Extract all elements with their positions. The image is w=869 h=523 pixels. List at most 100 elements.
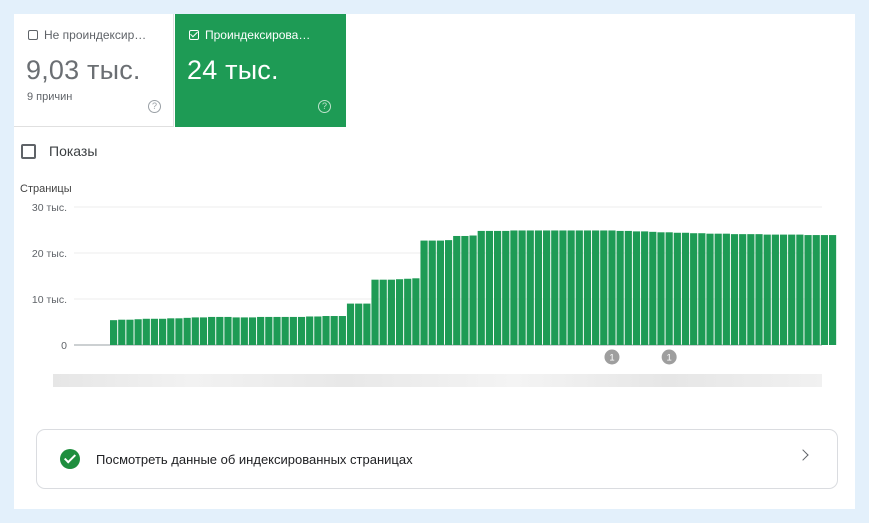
chart-bar[interactable] bbox=[600, 230, 608, 345]
chart-bar[interactable] bbox=[395, 279, 404, 345]
chart-bar[interactable] bbox=[583, 230, 592, 345]
chart-bar[interactable] bbox=[355, 303, 363, 345]
chart-bar[interactable] bbox=[657, 232, 665, 345]
chart-bar[interactable] bbox=[763, 234, 771, 345]
chart-bar[interactable] bbox=[665, 232, 673, 345]
chart-bar[interactable] bbox=[747, 234, 755, 345]
chart-bar[interactable] bbox=[150, 318, 159, 345]
chart-bar[interactable] bbox=[779, 234, 788, 345]
tab-indexed[interactable]: Проиндексирова… 24 тыс. ? bbox=[175, 14, 346, 127]
chart-bar[interactable] bbox=[297, 316, 306, 345]
chart-bar[interactable] bbox=[208, 316, 216, 345]
chart-bar[interactable] bbox=[616, 230, 624, 345]
chart-bar[interactable] bbox=[273, 316, 281, 345]
chart-bar[interactable] bbox=[477, 230, 485, 345]
impressions-toggle[interactable]: Показы bbox=[21, 143, 97, 159]
chart-bar[interactable] bbox=[126, 319, 134, 345]
chart-bar[interactable] bbox=[543, 230, 551, 345]
chart-bar[interactable] bbox=[412, 278, 420, 345]
chart-bar[interactable] bbox=[110, 320, 118, 345]
chart-bar[interactable] bbox=[673, 232, 681, 345]
chart-bar[interactable] bbox=[314, 316, 322, 345]
chart-bar[interactable] bbox=[142, 318, 150, 345]
annotation-marker[interactable]: 1 bbox=[661, 349, 677, 365]
chart-bar[interactable] bbox=[199, 317, 208, 345]
chart-bar[interactable] bbox=[706, 233, 714, 345]
tab-not-indexed[interactable]: Не проиндексир… 9,03 тыс. 9 причин ? bbox=[14, 14, 174, 127]
help-icon[interactable]: ? bbox=[318, 100, 331, 113]
chart-bar[interactable] bbox=[788, 234, 796, 345]
chart-bar[interactable] bbox=[681, 232, 690, 345]
chart-bar[interactable] bbox=[551, 230, 559, 345]
chart-bar[interactable] bbox=[493, 230, 502, 345]
chart-bar[interactable] bbox=[265, 316, 273, 345]
checkbox-icon[interactable] bbox=[28, 30, 38, 40]
chart-bar[interactable] bbox=[567, 230, 575, 345]
checkbox-icon[interactable] bbox=[21, 143, 36, 159]
chart-bar[interactable] bbox=[739, 234, 747, 345]
chart-bar[interactable] bbox=[281, 316, 289, 345]
chart-bar[interactable] bbox=[804, 235, 812, 345]
chart-bar[interactable] bbox=[216, 316, 224, 345]
chart-bar[interactable] bbox=[461, 235, 469, 345]
chart-bar[interactable] bbox=[453, 235, 461, 345]
chart-bar[interactable] bbox=[363, 303, 371, 345]
chart-bar[interactable] bbox=[191, 317, 199, 345]
chart-bar[interactable] bbox=[592, 230, 600, 345]
chart-bar[interactable] bbox=[632, 231, 641, 345]
chart-bar[interactable] bbox=[248, 317, 257, 345]
chart-bar[interactable] bbox=[518, 230, 526, 345]
chart-bar[interactable] bbox=[118, 319, 126, 345]
chart-bar[interactable] bbox=[755, 234, 763, 345]
view-indexed-pages-link[interactable]: Посмотреть данные об индексированных стр… bbox=[36, 429, 838, 489]
chart-bar[interactable] bbox=[730, 234, 739, 345]
chart-bar[interactable] bbox=[322, 316, 330, 345]
help-icon[interactable]: ? bbox=[148, 100, 161, 113]
chart-bar[interactable] bbox=[608, 230, 616, 345]
chart-bar[interactable] bbox=[134, 319, 142, 345]
chart-bar[interactable] bbox=[510, 230, 518, 345]
chart-bar[interactable] bbox=[167, 318, 175, 345]
chart-bar[interactable] bbox=[346, 303, 355, 345]
chart-bar[interactable] bbox=[534, 230, 543, 345]
chart-bar[interactable] bbox=[444, 240, 453, 345]
chart-bar[interactable] bbox=[502, 230, 510, 345]
chart-bar[interactable] bbox=[183, 317, 191, 345]
chart-bar[interactable] bbox=[175, 318, 183, 345]
chart-bar[interactable] bbox=[641, 231, 649, 345]
chart-bar[interactable] bbox=[387, 279, 395, 345]
chart-bar[interactable] bbox=[624, 230, 632, 345]
chart-bar[interactable] bbox=[698, 233, 706, 345]
chart-bar[interactable] bbox=[714, 233, 722, 345]
chart-bar[interactable] bbox=[420, 240, 428, 345]
chart-bar[interactable] bbox=[722, 233, 730, 345]
chart-bar[interactable] bbox=[159, 318, 167, 345]
annotation-marker[interactable]: 1 bbox=[604, 349, 620, 365]
chart-bar[interactable] bbox=[812, 235, 820, 345]
chart-bar[interactable] bbox=[485, 230, 494, 345]
chart-bar[interactable] bbox=[330, 316, 338, 345]
chart-bar[interactable] bbox=[559, 230, 567, 345]
checked-checkbox-icon[interactable] bbox=[189, 30, 199, 40]
chart-bar[interactable] bbox=[232, 317, 240, 345]
chart-bar[interactable] bbox=[575, 230, 583, 345]
chart-bar[interactable] bbox=[526, 230, 534, 345]
chart-bar[interactable] bbox=[379, 279, 387, 345]
chart-bar[interactable] bbox=[306, 316, 314, 345]
chart-bar[interactable] bbox=[820, 235, 828, 345]
chart-bar[interactable] bbox=[289, 316, 297, 345]
chart-bar[interactable] bbox=[404, 278, 412, 345]
chart-bar[interactable] bbox=[371, 279, 379, 345]
chart-bar[interactable] bbox=[338, 316, 346, 345]
chart-bar[interactable] bbox=[469, 235, 477, 345]
chart-bar[interactable] bbox=[828, 235, 837, 345]
chart-bar[interactable] bbox=[428, 240, 436, 345]
chart-bar[interactable] bbox=[649, 231, 657, 345]
chart-bar[interactable] bbox=[690, 233, 698, 345]
chart-bar[interactable] bbox=[257, 316, 265, 345]
chart-range-scrollbar[interactable] bbox=[53, 374, 822, 387]
chart-bar[interactable] bbox=[796, 234, 804, 345]
chart-bar[interactable] bbox=[240, 317, 248, 345]
chart-bar[interactable] bbox=[224, 316, 232, 345]
chart-bar[interactable] bbox=[771, 234, 779, 345]
